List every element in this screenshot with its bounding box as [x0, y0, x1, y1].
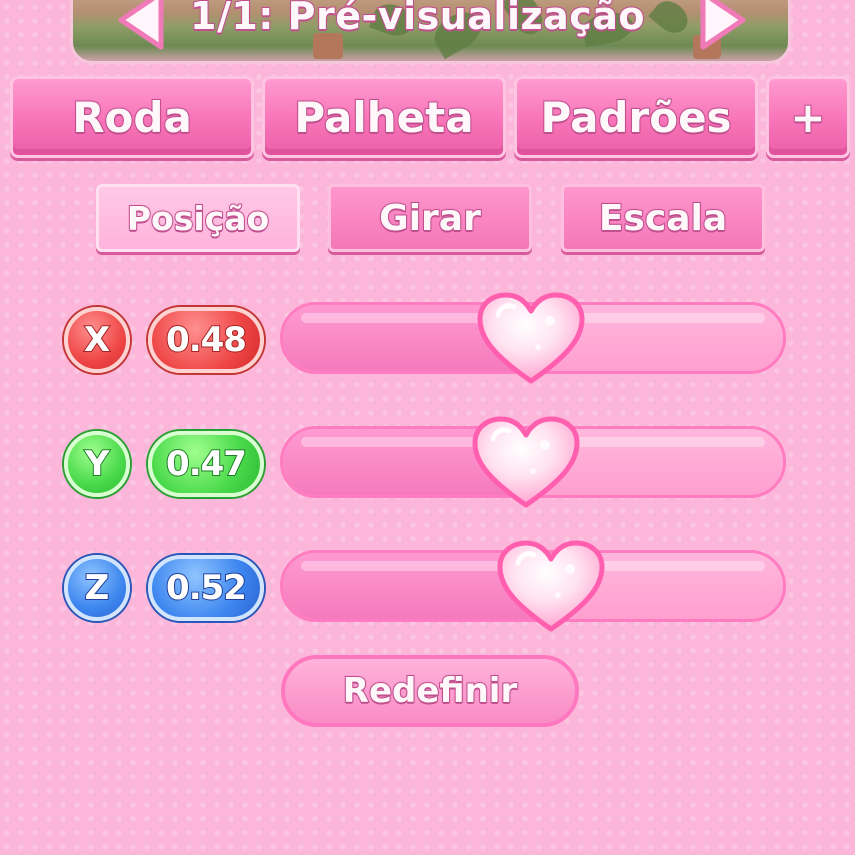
- tab-palette-label: Palheta: [293, 92, 474, 143]
- axis-x-label: X: [83, 319, 111, 361]
- axis-x-badge: X: [64, 307, 130, 373]
- subtab-scale[interactable]: Escala: [561, 184, 765, 252]
- arrow-right-icon: [697, 0, 749, 51]
- customize-panel: 1/1: Pré-visualização Roda Palheta Padrõ…: [0, 0, 855, 855]
- plus-icon: +: [789, 92, 826, 143]
- heart-icon[interactable]: [496, 539, 606, 635]
- tab-patterns[interactable]: Padrões: [514, 76, 758, 158]
- prev-preview-button[interactable]: [106, 0, 176, 56]
- tab-patterns-label: Padrões: [539, 92, 732, 143]
- tab-wheel[interactable]: Roda: [10, 76, 254, 158]
- axis-y-label: Y: [84, 443, 111, 485]
- reset-button-label: Redefinir: [342, 670, 518, 712]
- subtab-position[interactable]: Posição: [96, 184, 300, 252]
- axis-y-badge: Y: [64, 431, 130, 497]
- preview-title: 1/1: Pré-visualização: [189, 0, 646, 39]
- tab-palette[interactable]: Palheta: [262, 76, 506, 158]
- axis-z-value: 0.52: [148, 555, 264, 621]
- subtab-scale-label: Escala: [598, 197, 728, 240]
- tab-more[interactable]: +: [766, 76, 850, 158]
- axis-y-value: 0.47: [148, 431, 264, 497]
- axis-x-value: 0.48: [148, 307, 264, 373]
- axis-z-value-text: 0.52: [165, 567, 248, 609]
- subtab-rotate[interactable]: Girar: [328, 184, 532, 252]
- axis-y-value-text: 0.47: [165, 443, 248, 485]
- next-preview-button[interactable]: [688, 0, 758, 56]
- x-slider[interactable]: [280, 292, 786, 384]
- y-slider[interactable]: [280, 416, 786, 508]
- z-slider[interactable]: [280, 540, 786, 632]
- axis-z-label: Z: [84, 567, 111, 609]
- subtab-rotate-label: Girar: [378, 197, 482, 240]
- arrow-left-icon: [115, 0, 167, 51]
- tab-wheel-label: Roda: [71, 92, 193, 143]
- axis-x-value-text: 0.48: [165, 319, 248, 361]
- reset-button[interactable]: Redefinir: [281, 655, 579, 727]
- heart-icon[interactable]: [471, 415, 581, 511]
- subtab-position-label: Posição: [126, 198, 270, 239]
- heart-icon[interactable]: [476, 291, 586, 387]
- axis-z-badge: Z: [64, 555, 130, 621]
